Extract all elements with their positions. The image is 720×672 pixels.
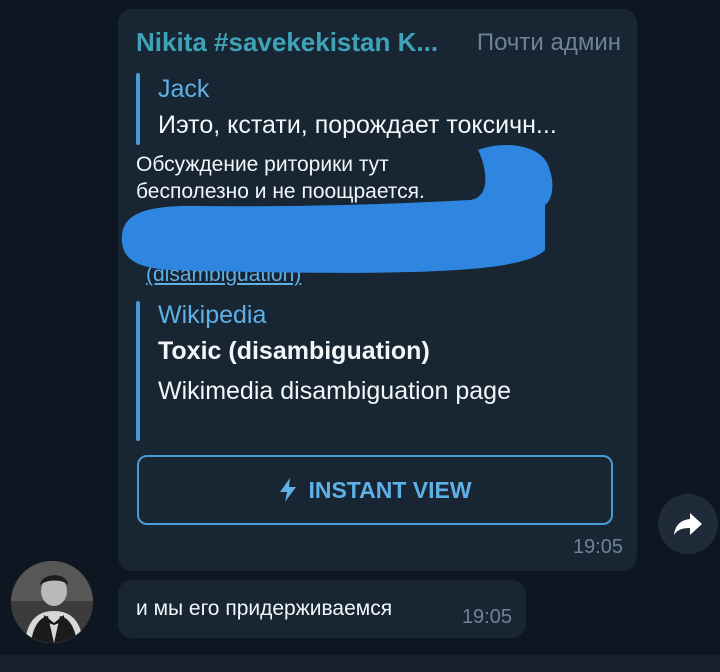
message-text: Обсуждение риторики тут бесполезно и не … [136, 153, 425, 203]
admin-title: Почти админ [476, 29, 621, 56]
preview-site-name: Wikipedia [158, 301, 267, 329]
sender-name[interactable]: Nikita #savekekistan K... [136, 27, 438, 58]
message2-time: 19:05 [461, 606, 512, 628]
message-bubble[interactable]: Nikita #savekekistan K... Почти админ Ja… [118, 9, 637, 571]
reply-quote-bar [136, 73, 140, 145]
reply-author: Jack [158, 75, 210, 103]
preview-quote-bar [136, 301, 140, 441]
lightning-icon [280, 478, 297, 502]
instant-view-label: INSTANT VIEW [308, 476, 472, 503]
forward-button[interactable] [658, 494, 718, 554]
preview-title: Toxic (disambiguation) [158, 337, 430, 365]
message-time: 19:05 [572, 536, 623, 558]
reply-text: Иэто, кстати, порождает токсичн... [158, 111, 557, 139]
avatar[interactable] [11, 561, 93, 643]
message-bubble-2[interactable]: и мы его придерживаемся 19:05 [118, 580, 526, 638]
link-preview[interactable]: Wikipedia Toxic (disambiguation) Wikimed… [136, 301, 616, 449]
message2-text: и мы его придерживаемся [136, 597, 393, 620]
avatar-photo [11, 561, 93, 643]
message-link[interactable]: (disambiguation) [146, 263, 301, 287]
message-header: Nikita #savekekistan K... Почти админ [136, 27, 621, 57]
instant-view-button[interactable]: INSTANT VIEW [137, 455, 613, 525]
reply-quote[interactable]: Jack Иэто, кстати, порождает токсичн... [136, 73, 616, 145]
input-bar-edge [0, 655, 720, 672]
chat-area: Nikita #savekekistan K... Почти админ Ja… [0, 0, 720, 672]
preview-description: Wikimedia disambiguation page [158, 377, 511, 405]
forward-arrow-icon [674, 513, 702, 535]
